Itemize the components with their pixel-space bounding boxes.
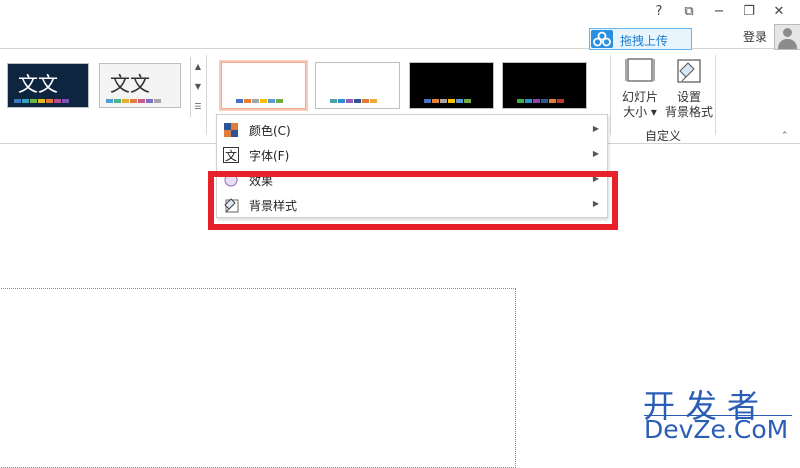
variant-color-swatch: [236, 99, 243, 103]
menu-item-fonts[interactable]: 文 字体(F) ▶: [217, 143, 607, 168]
variant-color-swatch: [362, 99, 369, 103]
variant-color-swatch: [260, 99, 267, 103]
variant-color-bars: [517, 99, 564, 103]
variant-color-swatch: [370, 99, 377, 103]
watermark-en: DevZe.CoM: [644, 415, 789, 444]
group-label-customize: 自定义: [645, 129, 682, 143]
variant-color-swatch: [338, 99, 345, 103]
variant-color-swatch: [268, 99, 275, 103]
variant-color-swatch: [440, 99, 447, 103]
format-background-button[interactable]: 设置 背景格式: [664, 57, 713, 119]
variant-color-swatch: [432, 99, 439, 103]
variant-color-swatch: [533, 99, 540, 103]
menu-item-label: 字体(F): [249, 149, 290, 163]
help-icon[interactable]: ?: [644, 4, 674, 20]
expand-gallery-icon[interactable]: ☰: [191, 97, 205, 117]
theme-color-swatch: [22, 99, 29, 103]
group-separator: [206, 55, 207, 135]
theme-color-swatch: [122, 99, 129, 103]
variant-color-bars: [424, 99, 471, 103]
cloud-icon: [591, 30, 613, 48]
login-link[interactable]: 登录: [743, 28, 767, 45]
close-icon[interactable]: ✕: [764, 4, 794, 20]
collapse-ribbon-icon[interactable]: ⌃: [781, 131, 789, 141]
submenu-arrow-icon: ▶: [592, 149, 599, 158]
variant-color-swatch: [448, 99, 455, 103]
variant-color-swatch: [549, 99, 556, 103]
variant-color-swatch: [517, 99, 524, 103]
theme-color-swatch: [62, 99, 69, 103]
theme-color-swatch: [146, 99, 153, 103]
format-background-label: 设置 背景格式: [664, 90, 713, 119]
group-separator: [715, 55, 716, 135]
variant-thumbnail[interactable]: [409, 62, 494, 109]
minimize-icon[interactable]: −: [704, 4, 734, 20]
variant-color-swatch: [330, 99, 337, 103]
ribbon-display-options-icon[interactable]: ⧉: [674, 4, 704, 20]
theme-thumbnail[interactable]: 文文: [99, 63, 181, 108]
font-icon: 文: [223, 147, 239, 163]
avatar[interactable]: [774, 24, 800, 50]
variant-color-bars: [330, 99, 377, 103]
variant-color-swatch: [424, 99, 431, 103]
gallery-scroller: ▲ ▼ ☰: [190, 57, 205, 117]
variant-color-swatch: [346, 99, 353, 103]
variant-color-swatch: [354, 99, 361, 103]
theme-color-bars: [14, 99, 69, 103]
theme-color-swatch: [54, 99, 61, 103]
slide-size-label: 幻灯片 大小 ▾: [621, 90, 658, 119]
theme-glyph: 文文: [110, 72, 150, 96]
variant-color-swatch: [525, 99, 532, 103]
variant-color-swatch: [541, 99, 548, 103]
window-controls: ? ⧉ − ❐ ✕: [644, 4, 794, 20]
variant-thumbnail[interactable]: [502, 62, 587, 109]
scroll-down-icon[interactable]: ▼: [191, 77, 205, 97]
slide-size-button[interactable]: 幻灯片 大小 ▾: [622, 57, 658, 119]
theme-color-swatch: [14, 99, 21, 103]
format-background-icon: [677, 59, 701, 83]
svg-text:文: 文: [225, 148, 237, 163]
avatar-body: [778, 39, 797, 49]
theme-color-swatch: [114, 99, 121, 103]
variant-color-bars: [236, 99, 283, 103]
slide-size-icon: [625, 58, 655, 82]
theme-color-swatch: [46, 99, 53, 103]
theme-thumbnail[interactable]: 文文: [7, 63, 89, 108]
upload-button[interactable]: 拖拽上传: [589, 28, 692, 50]
theme-color-swatch: [106, 99, 113, 103]
variant-color-swatch: [252, 99, 259, 103]
avatar-head: [783, 28, 792, 37]
variant-color-swatch: [456, 99, 463, 103]
theme-color-swatch: [138, 99, 145, 103]
scroll-up-icon[interactable]: ▲: [191, 57, 205, 77]
variant-thumbnail[interactable]: [219, 60, 308, 111]
upload-button-label: 拖拽上传: [620, 34, 669, 48]
restore-icon[interactable]: ❐: [734, 4, 764, 20]
theme-glyph: 文文: [18, 72, 58, 96]
theme-color-swatch: [38, 99, 45, 103]
theme-color-bars: [106, 99, 161, 103]
variant-thumbnail[interactable]: [315, 62, 400, 109]
menu-item-label: 颜色(C): [249, 124, 291, 138]
theme-color-swatch: [130, 99, 137, 103]
theme-color-swatch: [154, 99, 161, 103]
color-palette-icon: [223, 122, 239, 138]
variant-color-swatch: [244, 99, 251, 103]
variant-color-swatch: [464, 99, 471, 103]
highlight-annotation-box: [208, 171, 618, 230]
slide-placeholder[interactable]: [0, 288, 516, 468]
submenu-arrow-icon: ▶: [592, 124, 599, 133]
group-separator: [610, 55, 611, 135]
dropdown-caret-icon: ▾: [647, 105, 657, 119]
theme-color-swatch: [30, 99, 37, 103]
variant-color-swatch: [276, 99, 283, 103]
variant-color-swatch: [557, 99, 564, 103]
menu-item-colors[interactable]: 颜色(C) ▶: [217, 118, 607, 143]
